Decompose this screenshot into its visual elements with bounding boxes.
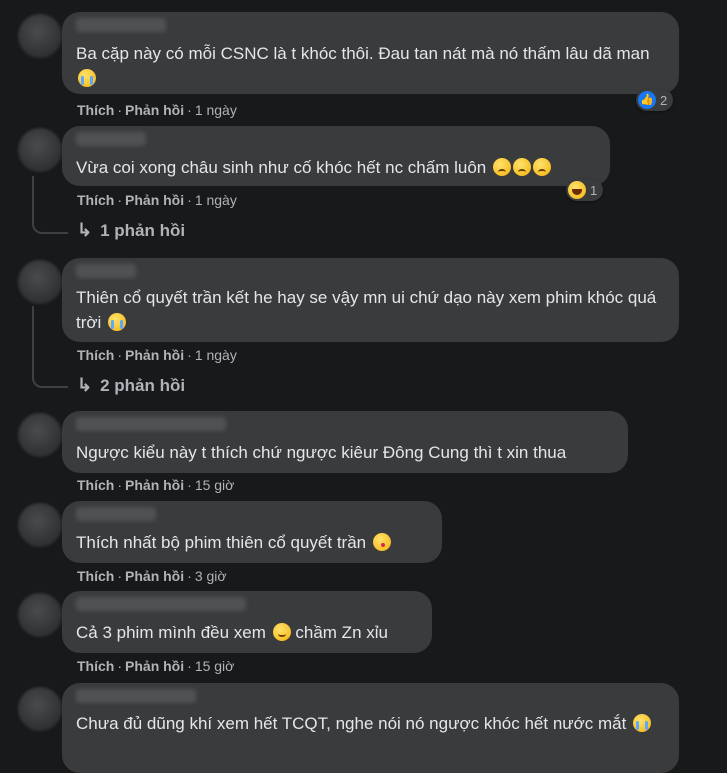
crying-emoji-icon <box>78 69 96 87</box>
comment-text-content: Thiên cổ quyết trần kết he hay se vậy mn… <box>76 288 657 332</box>
separator: · <box>187 347 192 363</box>
like-icon: 👍 <box>638 91 656 109</box>
crying-emoji-icon <box>108 313 127 331</box>
separator: · <box>187 658 192 674</box>
like-link[interactable]: Thích <box>77 658 114 674</box>
like-link[interactable]: Thích <box>77 347 114 363</box>
replies-count-label: 2 phản hồi <box>100 375 186 395</box>
smile-emoji-icon <box>272 623 291 641</box>
separator: · <box>117 568 123 584</box>
author-name-blurred[interactable] <box>76 18 166 32</box>
comment-text-content: Cả 3 phim mình đều xem <box>76 623 266 642</box>
replies-count-label: 1 phản hồi <box>100 220 186 240</box>
author-name-blurred[interactable] <box>76 689 196 703</box>
reply-arrow-icon: ↳ <box>77 375 93 395</box>
timestamp[interactable]: 15 giờ <box>195 477 235 493</box>
like-link[interactable]: Thích <box>77 568 114 584</box>
comment-text: Cả 3 phim mình đều xem chầm Zn xỉu <box>76 620 418 645</box>
comment-actions: Thích · Phản hồi · 3 giờ <box>77 568 227 584</box>
kiss-emoji-icon <box>372 533 391 551</box>
separator: · <box>187 568 192 584</box>
separator: · <box>117 192 123 208</box>
separator: · <box>117 658 123 674</box>
comment-text-content: Chưa đủ dũng khí xem hết TCQT, nghe nói … <box>76 714 627 733</box>
reaction-count: 1 <box>590 182 598 198</box>
reaction-summary[interactable]: 1 <box>566 179 604 201</box>
comment-text: Vừa coi xong châu sinh như cố khóc hết n… <box>76 155 596 180</box>
timestamp[interactable]: 1 ngày <box>195 192 237 208</box>
separator: · <box>117 477 123 493</box>
reply-arrow-icon: ↳ <box>77 220 93 240</box>
separator: · <box>117 102 123 118</box>
like-link[interactable]: Thích <box>77 477 114 493</box>
separator: · <box>187 477 192 493</box>
comment-bubble: Thiên cổ quyết trần kết he hay se vậy mn… <box>62 258 679 342</box>
comment-actions: Thích · Phản hồi · 1 ngày <box>77 347 237 363</box>
timestamp[interactable]: 1 ngày <box>195 347 237 363</box>
sad-emoji-icon <box>532 158 551 176</box>
separator: · <box>187 102 192 118</box>
comment-bubble: Ba cặp này có mỗi CSNC là t khóc thôi. Đ… <box>62 12 679 94</box>
reply-link[interactable]: Phản hồi <box>125 568 184 584</box>
author-name-blurred[interactable] <box>76 417 226 431</box>
reply-link[interactable]: Phản hồi <box>125 102 184 118</box>
comment-text: Ba cặp này có mỗi CSNC là t khóc thôi. Đ… <box>76 41 665 91</box>
comment-text: Thiên cổ quyết trần kết he hay se vậy mn… <box>76 285 665 335</box>
reply-link[interactable]: Phản hồi <box>125 347 184 363</box>
sad-emoji-icon <box>492 158 511 176</box>
view-replies-button[interactable]: ↳ 1 phản hồi <box>77 220 185 241</box>
crying-emoji-icon <box>633 714 652 732</box>
like-link[interactable]: Thích <box>77 192 114 208</box>
sad-emoji-icon <box>512 158 531 176</box>
author-name-blurred[interactable] <box>76 132 146 146</box>
comment-text-content: Ngược kiểu này t thích chứ ngược kiêur Đ… <box>76 443 567 462</box>
reply-link[interactable]: Phản hồi <box>125 477 184 493</box>
avatar[interactable] <box>18 593 62 637</box>
comment-actions: Thích · Phản hồi · 1 ngày <box>77 192 237 208</box>
author-name-blurred[interactable] <box>76 264 136 278</box>
reaction-summary[interactable]: 👍 2 <box>636 89 674 111</box>
comment-actions: Thích · Phản hồi · 15 giờ <box>77 477 234 493</box>
comment-text-content: Vừa coi xong châu sinh như cố khóc hết n… <box>76 158 487 177</box>
comment-bubble: Ngược kiểu này t thích chứ ngược kiêur Đ… <box>62 411 628 473</box>
avatar[interactable] <box>18 413 62 457</box>
avatar[interactable] <box>18 503 62 547</box>
view-replies-button[interactable]: ↳ 2 phản hồi <box>77 375 185 396</box>
timestamp[interactable]: 3 giờ <box>195 568 227 584</box>
author-name-blurred[interactable] <box>76 507 156 521</box>
comment-text-content: Ba cặp này có mỗi CSNC là t khóc thôi. Đ… <box>76 44 650 63</box>
comment-text: Thích nhất bộ phim thiên cổ quyết trần <box>76 530 428 555</box>
comment-text: Ngược kiểu này t thích chứ ngược kiêur Đ… <box>76 440 614 465</box>
comment-bubble: Cả 3 phim mình đều xem chầm Zn xỉu <box>62 591 432 653</box>
comment-text-content: Thích nhất bộ phim thiên cổ quyết trần <box>76 533 367 552</box>
haha-icon <box>568 181 586 199</box>
comment-bubble: Vừa coi xong châu sinh như cố khóc hết n… <box>62 126 610 186</box>
reply-link[interactable]: Phản hồi <box>125 658 184 674</box>
reply-link[interactable]: Phản hồi <box>125 192 184 208</box>
like-link[interactable]: Thích <box>77 102 114 118</box>
separator: · <box>117 347 123 363</box>
thread-line <box>32 176 68 234</box>
author-name-blurred[interactable] <box>76 597 246 611</box>
avatar[interactable] <box>18 687 62 731</box>
reaction-count: 2 <box>660 92 668 108</box>
comment-actions: Thích · Phản hồi · 15 giờ <box>77 658 234 674</box>
avatar[interactable] <box>18 260 62 304</box>
comment-text: Chưa đủ dũng khí xem hết TCQT, nghe nói … <box>76 711 665 736</box>
avatar[interactable] <box>18 128 62 172</box>
separator: · <box>187 192 192 208</box>
comment-actions: Thích · Phản hồi · 1 ngày <box>77 102 237 118</box>
avatar[interactable] <box>18 14 62 58</box>
timestamp[interactable]: 1 ngày <box>195 102 237 118</box>
comment-text-content: chầm Zn xỉu <box>295 623 388 642</box>
timestamp[interactable]: 15 giờ <box>195 658 235 674</box>
comment-bubble: Chưa đủ dũng khí xem hết TCQT, nghe nói … <box>62 683 679 773</box>
comment-bubble: Thích nhất bộ phim thiên cổ quyết trần <box>62 501 442 563</box>
